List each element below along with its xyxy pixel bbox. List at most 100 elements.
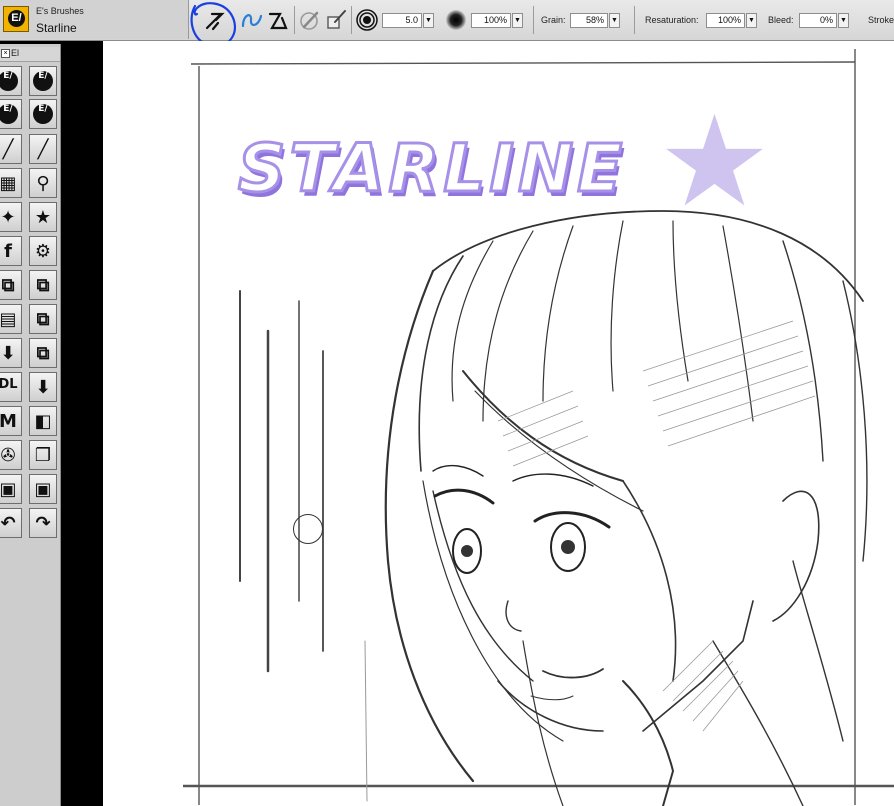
pages-glyph: ❐	[34, 445, 52, 466]
curve-stroke-icon[interactable]	[240, 8, 264, 32]
document-copy-icon[interactable]: ⧉	[29, 304, 57, 334]
undo-icon[interactable]: ↶	[0, 508, 22, 538]
custom-palette: × El E/E/E/E/ ╱ ╱ ▦ ⚲ ✦ ★ f ⚙ ⧉ ⧉ ▤ ⧉ ⬇ ⧉ DL ⬇ M ◧ ✇ ❐ ▣ ▣ ↶ ↷	[0, 44, 61, 806]
fan-icon[interactable]: ✇	[0, 440, 22, 470]
opacity-icon	[444, 8, 468, 32]
layer-copy-icon[interactable]: ⧉	[0, 270, 22, 300]
merge-down-glyph: ⬇	[35, 377, 51, 398]
close-icon[interactable]: ×	[1, 49, 10, 58]
size-icon	[355, 8, 379, 32]
brush-cursor	[293, 514, 323, 544]
opacity-field[interactable]: 100%	[471, 13, 511, 28]
font-icon[interactable]: f	[0, 236, 22, 266]
pencil-icon[interactable]: ╱	[29, 134, 57, 164]
brush-variant-name: Starline	[36, 21, 77, 35]
hatching	[497, 320, 816, 732]
size-field[interactable]: 5.0	[382, 13, 422, 28]
pencil-glyph: ╱	[37, 139, 49, 160]
bleed-dropdown-icon[interactable]: ▼	[838, 13, 849, 28]
separator	[294, 6, 295, 34]
resaturation-dropdown-icon[interactable]: ▼	[746, 13, 757, 28]
fan-glyph: ✇	[0, 445, 16, 466]
brush-category-icon[interactable]: E/	[3, 6, 29, 32]
brush-category-glyph: E/	[8, 10, 25, 27]
drop-layer-glyph: ⬇	[0, 343, 16, 364]
dl-glyph: DL	[0, 377, 18, 392]
checker-brush-icon[interactable]: ▦	[0, 168, 22, 198]
resaturation-label: Resaturation:	[645, 15, 699, 25]
duplicate-layer-glyph: ⧉	[36, 343, 50, 364]
palette-title-bar[interactable]: × El	[0, 47, 60, 62]
speed-lines	[239, 290, 368, 802]
e-brush-glyph: E/	[0, 104, 18, 124]
gear-brush-glyph: ⚙	[34, 241, 52, 262]
pencil-icon[interactable]: ╱	[0, 134, 22, 164]
reset-brush-icon[interactable]	[298, 8, 322, 32]
document-icon[interactable]: ▤	[0, 304, 22, 334]
grain-label: Grain:	[541, 15, 566, 25]
eyes-sketch	[432, 464, 611, 574]
property-bar: E/ E's Brushes Starline 5.0 ▼ 100% ▼ Gra…	[0, 0, 894, 48]
redo-icon[interactable]: ↷	[29, 508, 57, 538]
resaturation-field[interactable]: 100%	[706, 13, 745, 28]
grain-dropdown-icon[interactable]: ▼	[609, 13, 620, 28]
mirror-icon[interactable]: ◧	[29, 406, 57, 436]
m-glyph: M	[0, 411, 17, 432]
separator	[533, 6, 534, 34]
layer-copy-glyph: ⧉	[1, 275, 15, 296]
e-brush-icon[interactable]: E/	[29, 99, 57, 129]
star-icon: ★	[658, 91, 771, 232]
bleed-label: Bleed:	[768, 15, 794, 25]
brush-jar-icon[interactable]: ⚲	[29, 168, 57, 198]
e-brush-glyph: E/	[0, 71, 18, 91]
e-brush-glyph: E/	[33, 71, 53, 91]
m-icon[interactable]: M	[0, 406, 22, 436]
document-glyph: ▤	[0, 309, 17, 330]
grain-field[interactable]: 58%	[570, 13, 608, 28]
bleed-field[interactable]: 0%	[799, 13, 837, 28]
font-glyph: f	[4, 241, 12, 262]
star-brush-icon[interactable]: ★	[29, 202, 57, 232]
sparkle-brush-icon[interactable]: ✦	[0, 202, 22, 232]
document-copy-glyph: ⧉	[36, 309, 50, 330]
pages-icon[interactable]: ❐	[29, 440, 57, 470]
dl-icon[interactable]: DL	[0, 372, 22, 402]
size-dropdown-icon[interactable]: ▼	[423, 13, 434, 28]
sparkle-brush-glyph: ✦	[0, 207, 16, 228]
drawing-canvas[interactable]: STARLINE ★	[103, 41, 894, 806]
canvas-margin	[61, 41, 103, 806]
drop-layer-icon[interactable]: ⬇	[0, 338, 22, 368]
star-brush-glyph: ★	[34, 207, 52, 228]
gear-brush-icon[interactable]: ⚙	[29, 236, 57, 266]
save-as-icon[interactable]: ▣	[29, 474, 57, 504]
pencil-glyph: ╱	[2, 139, 14, 160]
mirror-glyph: ◧	[34, 411, 52, 432]
layer-copy-glyph: ⧉	[36, 275, 50, 296]
merge-down-icon[interactable]: ⬇	[29, 372, 57, 402]
save-as-glyph: ▣	[34, 479, 52, 500]
palette-title: El	[11, 48, 20, 58]
e-brush-icon[interactable]: E/	[0, 99, 22, 129]
save-glyph: ▣	[0, 479, 17, 500]
separator	[351, 6, 352, 34]
e-brush-icon[interactable]: E/	[29, 66, 57, 96]
checker-brush-glyph: ▦	[0, 173, 17, 194]
brush-category-name: E's Brushes	[36, 6, 84, 16]
starline-logo: STARLINE	[236, 129, 627, 209]
brush-jar-glyph: ⚲	[36, 173, 50, 194]
straight-line-stroke-icon[interactable]	[266, 8, 290, 32]
e-brush-icon[interactable]: E/	[0, 66, 22, 96]
separator	[634, 6, 635, 34]
save-icon[interactable]: ▣	[0, 474, 22, 504]
opacity-dropdown-icon[interactable]: ▼	[512, 13, 523, 28]
character-sketch	[384, 210, 868, 806]
face-sketch	[505, 600, 604, 701]
duplicate-layer-icon[interactable]: ⧉	[29, 338, 57, 368]
redo-glyph: ↷	[35, 513, 51, 534]
layer-copy-icon[interactable]: ⧉	[29, 270, 57, 300]
undo-glyph: ↶	[0, 513, 16, 534]
e-brush-glyph: E/	[33, 104, 53, 124]
brush-ghost-icon[interactable]	[324, 8, 348, 32]
brush-selector[interactable]: E/ E's Brushes Starline	[0, 0, 189, 39]
stroke-label: Stroke	[868, 15, 894, 25]
